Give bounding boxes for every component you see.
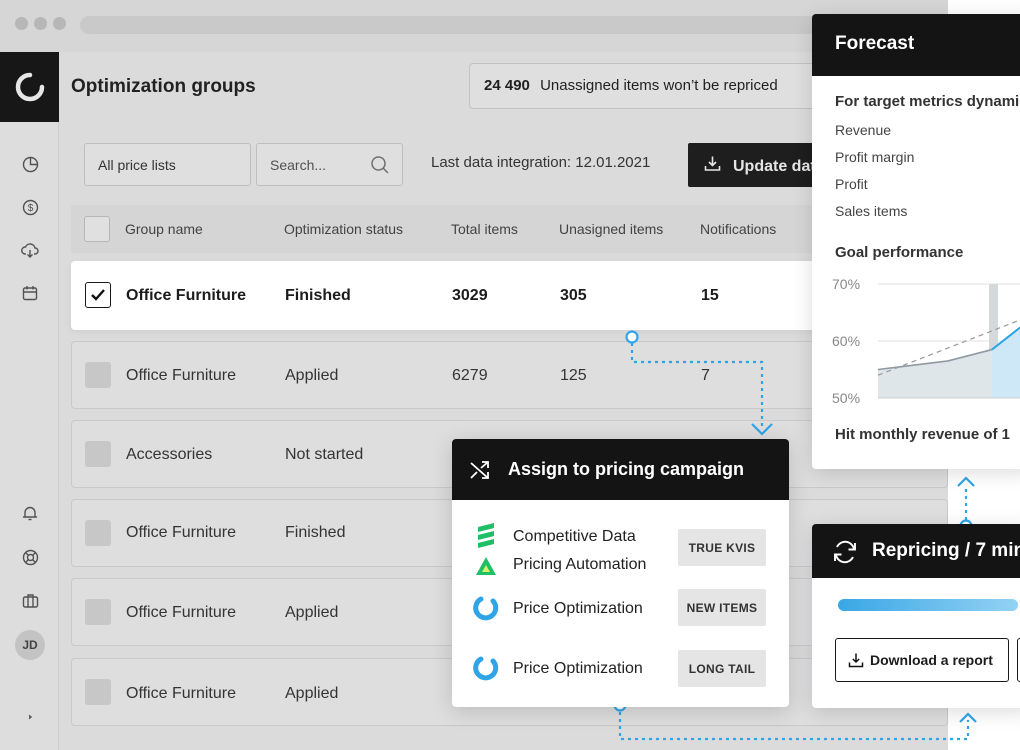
address-bar[interactable] [80, 16, 940, 34]
repricing-header: Repricing / 7 min [812, 524, 1020, 578]
shuffle-icon [470, 460, 489, 479]
repricing-progress-bar [838, 599, 1018, 611]
window-dot [15, 17, 28, 30]
last-integration-text: Last data integration: 12.01.2021 [431, 154, 651, 171]
row-name: Office Furniture [126, 524, 236, 541]
row-checkbox[interactable] [85, 520, 111, 546]
row-status: Applied [285, 604, 339, 621]
row-total: 3029 [452, 287, 488, 304]
search-placeholder: Search... [270, 157, 327, 173]
metric-item[interactable]: Profit margin [835, 149, 914, 165]
row-checkbox-checked[interactable] [85, 282, 111, 308]
briefcase-icon[interactable] [18, 589, 42, 613]
window-dot [53, 17, 66, 30]
price-optimization-icon [472, 654, 500, 682]
row-checkbox[interactable] [85, 441, 111, 467]
forecast-title: Forecast [812, 14, 1020, 76]
cloud-download-icon[interactable] [18, 238, 42, 262]
forecast-subtitle: For target metrics dynamics [835, 93, 1020, 110]
page-title: Optimization groups [71, 76, 256, 97]
campaign-label: Price Optimization [513, 600, 643, 617]
tag-long-tail[interactable]: LONG TAIL [678, 650, 766, 687]
repricing-title: Repricing / 7 min [872, 540, 1020, 561]
row-name: Office Furniture [126, 604, 236, 621]
goal-performance-chart: 70% 60% 50% [832, 276, 1020, 406]
assign-header: Assign to pricing campaign [452, 439, 789, 500]
assign-title: Assign to pricing campaign [508, 459, 745, 479]
unassigned-count: 24 490 [484, 77, 530, 94]
connector-arrow [959, 712, 977, 723]
sidebar: $ JD [0, 52, 59, 750]
unassigned-text: Unassigned items won’t be repriced [540, 77, 778, 94]
row-total: 6279 [452, 367, 488, 384]
download-report-label: Download a report [870, 652, 993, 668]
row-name: Office Furniture [126, 367, 236, 384]
chevron-right-icon[interactable] [18, 705, 42, 729]
search-input[interactable]: Search... [256, 143, 403, 186]
select-all-checkbox[interactable] [84, 216, 110, 242]
row-name: Office Furniture [126, 287, 247, 304]
connector-arrow [957, 476, 975, 487]
download-report-button[interactable]: Download a report [835, 638, 1009, 682]
hit-revenue-text: Hit monthly revenue of 1 [835, 426, 1011, 443]
calendar-icon[interactable] [18, 281, 42, 305]
col-optimization-status[interactable]: Optimization status [284, 221, 403, 237]
col-group-name[interactable]: Group name [125, 221, 203, 237]
price-list-select[interactable]: All price lists [84, 143, 251, 186]
row-unassigned: 125 [560, 367, 587, 384]
goal-performance-title: Goal performance [835, 244, 964, 261]
row-status: Not started [285, 446, 364, 463]
row-checkbox[interactable] [85, 362, 111, 388]
competitive-data-icon [472, 522, 500, 550]
refresh-icon [834, 540, 856, 564]
metric-item[interactable]: Profit [835, 176, 868, 192]
pie-chart-icon[interactable] [18, 152, 42, 176]
price-optimization-icon [472, 594, 500, 622]
col-unassigned-items[interactable]: Unasigned items [559, 221, 663, 237]
campaign-label: Price Optimization [513, 660, 643, 677]
forecast-card: Forecast For target metrics dynamics Rev… [812, 14, 1020, 469]
download-icon [704, 156, 721, 171]
metric-item[interactable]: Sales items [835, 203, 907, 219]
tag-new-items[interactable]: NEW ITEMS [678, 589, 766, 626]
y-tick-label: 60% [832, 333, 860, 349]
metric-item[interactable]: Revenue [835, 122, 891, 138]
row-status: Finished [285, 524, 346, 541]
pricing-automation-icon [472, 552, 500, 580]
dollar-coin-icon[interactable]: $ [18, 195, 42, 219]
row-unassigned: 305 [560, 287, 587, 304]
assign-campaign-card: Assign to pricing campaign Competitive D… [452, 439, 789, 707]
search-icon [371, 156, 389, 174]
row-checkbox[interactable] [85, 599, 111, 625]
price-list-value: All price lists [98, 157, 176, 173]
row-status: Applied [285, 685, 339, 702]
campaign-label: Competitive Data [513, 528, 636, 545]
svg-text:$: $ [27, 203, 33, 214]
browser-chrome [0, 0, 948, 52]
window-dot [34, 17, 47, 30]
y-tick-label: 50% [832, 390, 860, 406]
tag-true-kvis[interactable]: TRUE KVIS [678, 529, 766, 566]
avatar[interactable]: JD [15, 630, 45, 660]
campaign-label: Pricing Automation [513, 556, 647, 573]
download-icon [848, 653, 864, 668]
checkmark-icon [91, 289, 105, 301]
bell-icon[interactable] [18, 501, 42, 525]
row-name: Office Furniture [126, 685, 236, 702]
app-logo[interactable] [0, 52, 59, 122]
row-notifications: 15 [701, 287, 719, 304]
y-tick-label: 70% [832, 276, 860, 292]
lifebuoy-icon[interactable] [18, 545, 42, 569]
col-total-items[interactable]: Total items [451, 221, 518, 237]
row-status: Applied [285, 367, 339, 384]
repricing-card: Repricing / 7 min Download a report [812, 524, 1020, 708]
update-data-label: Update data [733, 158, 825, 175]
row-checkbox[interactable] [85, 679, 111, 705]
row-status: Finished [285, 287, 351, 304]
row-notifications: 7 [701, 367, 710, 384]
row-name: Accessories [126, 446, 213, 463]
col-notifications[interactable]: Notifications [700, 221, 776, 237]
